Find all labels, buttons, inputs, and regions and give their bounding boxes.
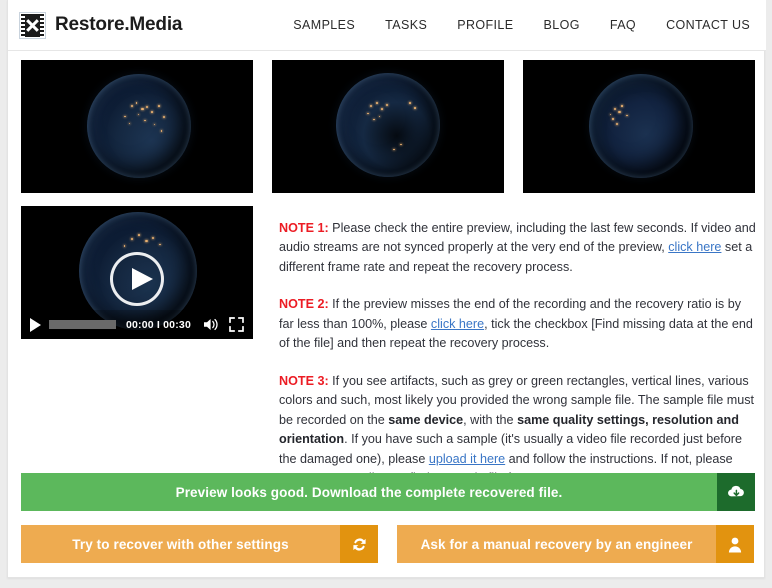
nav-item-faq[interactable]: FAQ — [595, 12, 651, 38]
film-strip-tool-icon — [19, 11, 46, 39]
nav-item-samples[interactable]: SAMPLES — [278, 12, 370, 38]
play-overlay-button[interactable] — [110, 252, 164, 306]
preview-thumbnail-1[interactable] — [21, 60, 253, 193]
note-3-bold-a: same device — [388, 412, 464, 427]
download-row: Preview looks good. Download the complet… — [21, 473, 755, 511]
city-lights-2 — [336, 73, 440, 177]
site-header: Restore.Media SAMPLES TASKS PROFILE BLOG… — [8, 0, 766, 51]
nav-item-feedback[interactable]: FEEDBACK — [765, 12, 772, 38]
retry-recovery-label: Try to recover with other settings — [72, 536, 289, 552]
earth-night-image-2 — [336, 73, 440, 177]
manual-recovery-label: Ask for a manual recovery by an engineer — [420, 536, 693, 552]
player-controls: 00:00 I 00:30 — [21, 310, 253, 339]
nav-item-tasks[interactable]: TASKS — [370, 12, 442, 38]
download-button-label: Preview looks good. Download the complet… — [175, 484, 563, 500]
seek-bar[interactable] — [49, 320, 116, 329]
video-player[interactable]: 00:00 I 00:30 — [21, 206, 253, 339]
time-display: 00:00 I 00:30 — [125, 318, 191, 331]
note-2-link[interactable]: click here — [431, 317, 484, 331]
volume-icon[interactable] — [203, 317, 220, 332]
page-root: Restore.Media SAMPLES TASKS PROFILE BLOG… — [0, 0, 772, 588]
note-1-link[interactable]: click here — [668, 240, 721, 254]
nav-item-profile[interactable]: PROFILE — [442, 12, 528, 38]
notes-panel: NOTE 1: Please check the entire preview,… — [279, 206, 757, 489]
brand-name: Restore.Media — [55, 14, 183, 35]
nav-item-contact-us[interactable]: CONTACT US — [651, 12, 765, 38]
earth-night-image-1 — [87, 74, 191, 178]
download-button[interactable]: Preview looks good. Download the complet… — [21, 473, 755, 511]
note-1: NOTE 1: Please check the entire preview,… — [279, 219, 757, 278]
note-3-label: NOTE 3: — [279, 373, 329, 388]
note-1-label: NOTE 1: — [279, 220, 329, 235]
user-icon[interactable] — [716, 525, 754, 563]
content-card: Restore.Media SAMPLES TASKS PROFILE BLOG… — [7, 0, 766, 578]
main-navigation: SAMPLES TASKS PROFILE BLOG FAQ CONTACT U… — [278, 12, 772, 38]
play-icon[interactable] — [30, 317, 41, 332]
note-2: NOTE 2: If the preview misses the end of… — [279, 295, 757, 354]
cloud-download-icon[interactable] — [717, 473, 755, 511]
preview-thumbnail-row — [21, 60, 755, 193]
note-3-upload-link[interactable]: upload it here — [429, 452, 505, 466]
manual-recovery-button[interactable]: Ask for a manual recovery by an engineer — [397, 525, 754, 563]
preview-thumbnail-3[interactable] — [523, 60, 755, 193]
city-lights-1 — [87, 74, 191, 178]
note-3-text-b: , with the — [463, 412, 518, 427]
nav-item-blog[interactable]: BLOG — [529, 12, 595, 38]
city-lights-3 — [589, 74, 693, 178]
earth-night-image-3 — [589, 74, 693, 178]
preview-thumbnail-2[interactable] — [272, 60, 504, 193]
note-2-label: NOTE 2: — [279, 297, 329, 312]
refresh-icon[interactable] — [340, 525, 378, 563]
retry-recovery-button[interactable]: Try to recover with other settings — [21, 525, 378, 563]
note-3: NOTE 3: If you see artifacts, such as gr… — [279, 372, 757, 489]
note-3-text-d: and follow the instructions. If not, ple… — [505, 451, 733, 466]
fullscreen-icon[interactable] — [229, 317, 244, 332]
secondary-actions-row: Try to recover with other settings Ask f… — [21, 525, 755, 563]
brand-logo[interactable]: Restore.Media — [19, 11, 183, 39]
